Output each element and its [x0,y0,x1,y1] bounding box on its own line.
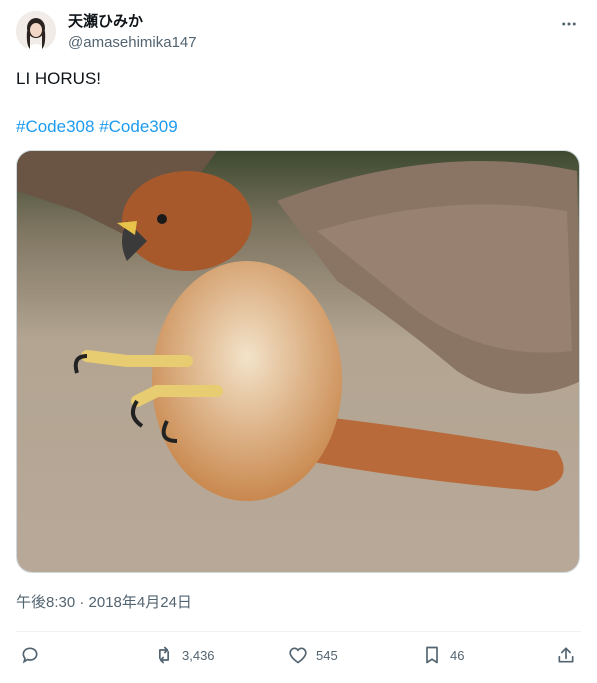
author-handle[interactable]: @amasehimika147 [68,33,197,53]
hashtag-link[interactable]: #Code309 [99,117,177,136]
bookmark-button[interactable]: 46 [422,642,464,668]
bookmark-icon [426,646,438,664]
retweet-button[interactable]: 3,436 [154,642,215,668]
author-avatar[interactable] [16,11,56,51]
share-icon [558,647,574,663]
tweet-actions-bar: 3,436 545 46 [16,642,581,668]
share-button[interactable] [556,642,576,668]
retweet-icon [159,646,169,664]
reply-button[interactable] [20,642,48,668]
tweet-timestamp[interactable]: 午後8:30 · 2018年4月24日 [16,593,192,613]
tweet-hashtags: #Code308 #Code309 [16,115,178,139]
more-options-icon[interactable] [557,12,581,36]
hashtag-link[interactable]: #Code308 [16,117,94,136]
heart-icon [289,647,307,664]
divider [16,631,581,632]
like-button[interactable]: 545 [288,642,338,668]
reply-icon [22,647,38,664]
retweet-count: 3,436 [182,647,215,663]
bookmark-count: 46 [450,647,465,663]
tweet-media-photo[interactable] [16,150,580,573]
like-count: 545 [316,647,338,663]
author-display-name[interactable]: 天瀬ひみか [68,12,143,32]
tweet-text: LI HORUS! [16,69,102,88]
hawk-photo-icon [17,151,579,572]
